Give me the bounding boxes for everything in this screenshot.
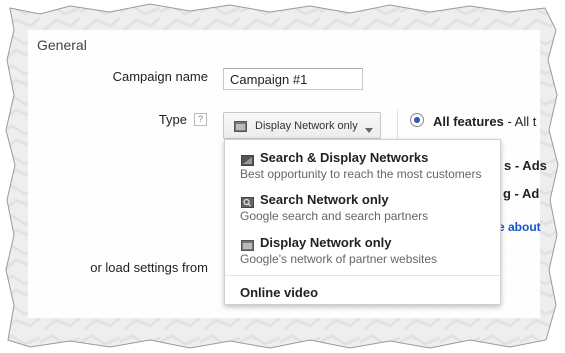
menu-item-title: Display Network only xyxy=(260,235,392,250)
menu-divider xyxy=(225,275,500,276)
learn-more-link[interactable]: e about xyxy=(498,220,541,234)
partial-option-1-text: s - Ads xyxy=(504,158,547,173)
menu-item-search-network[interactable]: Search Network only Google search and se… xyxy=(225,192,500,228)
screenshot-stage: General Campaign name Type ? Display Net… xyxy=(0,0,565,353)
menu-item-description: Google's network of partner websites xyxy=(240,252,438,266)
section-title-general: General xyxy=(37,37,87,53)
partial-option-2: g - Ad xyxy=(503,186,539,201)
vertical-divider xyxy=(397,110,398,140)
menu-item-title: Search Network only xyxy=(260,192,389,207)
menu-item-description: Best opportunity to reach the most custo… xyxy=(240,167,482,181)
menu-item-search-display[interactable]: Search & Display Networks Best opportuni… xyxy=(225,150,500,186)
campaign-name-input[interactable] xyxy=(223,68,363,90)
type-dropdown-value: Display Network only xyxy=(255,120,358,132)
type-dropdown[interactable]: Display Network only xyxy=(223,112,381,139)
all-features-radio[interactable] xyxy=(410,113,424,127)
menu-item-title: Online video xyxy=(240,285,319,300)
network-icon xyxy=(234,121,247,135)
type-label: Type xyxy=(158,112,187,127)
load-settings-label: or load settings from xyxy=(90,260,208,275)
type-dropdown-menu: Search & Display Networks Best opportuni… xyxy=(224,139,501,305)
campaign-name-label: Campaign name xyxy=(112,69,208,84)
partial-option-2-text: g - Ad xyxy=(503,186,540,201)
radio-selected-dot xyxy=(414,117,420,123)
all-features-text[interactable]: All features - All t xyxy=(433,114,541,129)
menu-item-title: Search & Display Networks xyxy=(260,150,429,165)
menu-item-display-network[interactable]: Display Network only Google's network of… xyxy=(225,235,500,271)
partial-option-1: s - Ads xyxy=(504,158,547,173)
menu-item-description: Google search and search partners xyxy=(240,209,429,223)
menu-item-online-video[interactable]: Online video xyxy=(225,285,500,303)
caret-down-icon xyxy=(365,124,373,136)
type-help-icon[interactable]: ? xyxy=(194,113,207,126)
all-features-suffix: - All t xyxy=(507,114,537,129)
all-features-label: All features xyxy=(433,114,504,129)
